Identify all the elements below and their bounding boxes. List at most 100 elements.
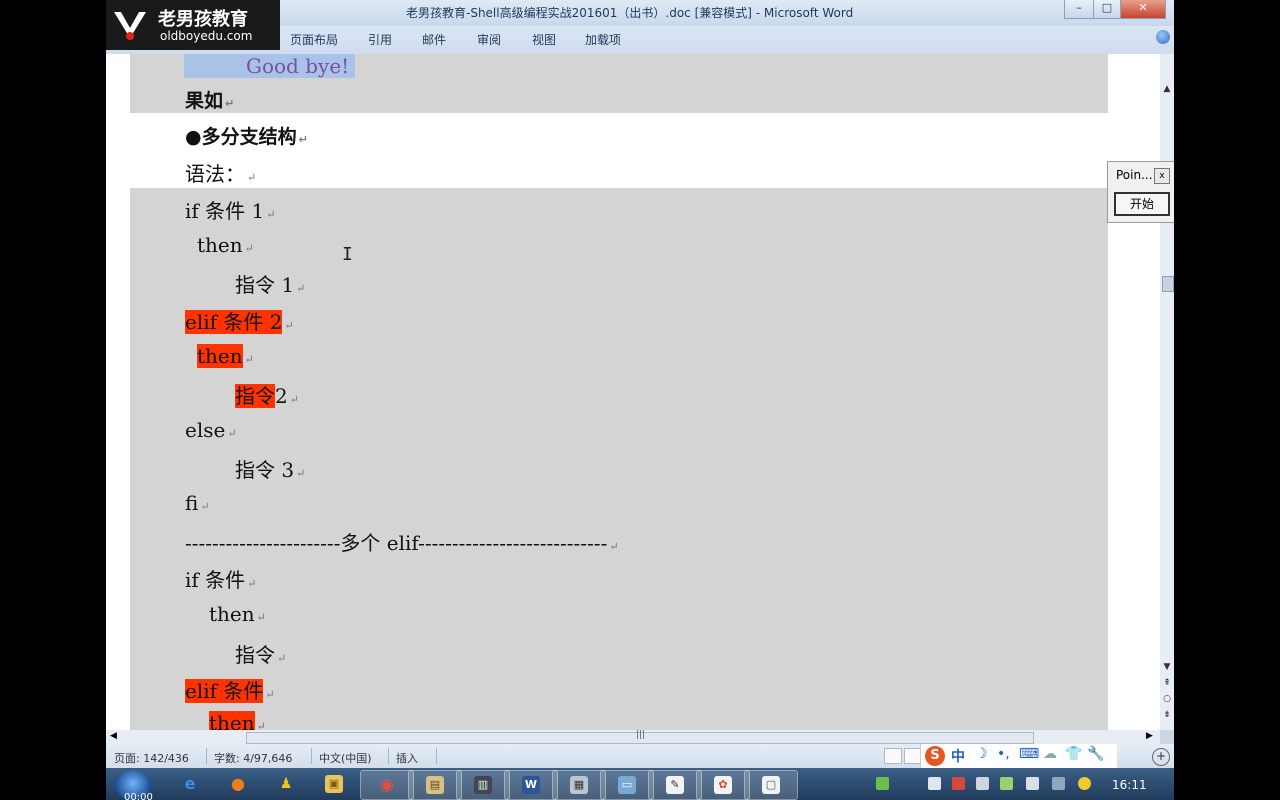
- taskbar-terminal[interactable]: ▥: [456, 770, 510, 800]
- logo-text-en: oldboyedu.com: [160, 29, 253, 43]
- tab-review[interactable]: 审阅: [477, 31, 501, 48]
- doc-line: 指令 ↵: [235, 643, 287, 667]
- taskbar-document[interactable]: ▢: [744, 770, 798, 800]
- browse-object-icon[interactable]: ○: [1160, 692, 1174, 706]
- scroll-left-icon[interactable]: ◀: [110, 731, 117, 741]
- pointofix-close-button[interactable]: x: [1154, 168, 1170, 184]
- settings-wrench-icon[interactable]: 🔧: [1087, 746, 1104, 762]
- doc-line: 果如 ↵: [185, 90, 235, 112]
- screen-icon: ▭: [618, 776, 636, 794]
- tab-references[interactable]: 引用: [368, 31, 392, 48]
- taskbar-paint[interactable]: ✿: [696, 770, 750, 800]
- doc-icon: ▢: [762, 776, 780, 794]
- logo-icon: [114, 12, 146, 40]
- doc-line: 语法： ↵: [185, 162, 257, 186]
- punctuation-icon[interactable]: •,: [997, 746, 1010, 762]
- notepad-icon: ✎: [666, 776, 684, 794]
- pointofix-title: Poin...: [1116, 168, 1153, 182]
- close-button[interactable]: ✕: [1120, 0, 1166, 19]
- tray-doc-icon[interactable]: [928, 777, 941, 790]
- taskbar-explorer[interactable]: ▤: [408, 770, 462, 800]
- keyboard-icon[interactable]: ⌨: [1019, 746, 1039, 762]
- terminal-icon: ▥: [474, 776, 492, 794]
- tab-addins[interactable]: 加载项: [585, 31, 621, 48]
- document-page[interactable]: Good bye! 果如 ↵ ●多分支结构 ↵ 语法： ↵ if 条件 1 ↵ then…: [106, 54, 1160, 730]
- text-cursor-icon: I: [342, 244, 353, 265]
- paint-icon: ✿: [714, 776, 732, 794]
- next-page-icon[interactable]: ⇟: [1160, 708, 1174, 722]
- pointofix-panel: Poin... x 开始: [1107, 161, 1174, 223]
- scroll-thumb[interactable]: [1162, 276, 1174, 292]
- word-icon: W: [522, 776, 540, 794]
- scroll-up-icon[interactable]: ▲: [1160, 82, 1174, 96]
- vertical-scrollbar[interactable]: ▲ ▼ ⇞ ○ ⇟: [1160, 54, 1174, 730]
- tray-network-icon[interactable]: [976, 777, 989, 790]
- horizontal-scrollbar[interactable]: ◀ ||| ▶: [106, 730, 1160, 744]
- tray-security-icon[interactable]: [952, 777, 965, 790]
- tray-update-icon[interactable]: [1000, 777, 1013, 790]
- pointofix-start-button[interactable]: 开始: [1114, 192, 1170, 216]
- doc-line: Good bye!: [184, 54, 356, 78]
- taskbar: 00:00 e ● ♟ ▣ ◉ ▤ ▥ W ▦ ▭ ✎ ✿ ▢ 16:11: [106, 768, 1174, 800]
- doc-line: 指令 3 ↵: [235, 458, 306, 482]
- doc-line: if 条件 ↵: [185, 568, 257, 592]
- doc-line-highlighted: then ↵: [197, 344, 254, 368]
- taskbar-word[interactable]: W: [504, 770, 558, 800]
- explorer-icon: ▤: [426, 776, 444, 794]
- help-icon[interactable]: [1156, 30, 1170, 44]
- tray-screen-icon[interactable]: [1026, 777, 1039, 790]
- status-insert-mode[interactable]: 插入: [396, 750, 418, 766]
- chinese-mode-icon[interactable]: 中: [951, 746, 965, 766]
- taskbar-screen[interactable]: ▭: [600, 770, 654, 800]
- zoom-in-button[interactable]: +: [1152, 748, 1170, 766]
- doc-line: else ↵: [185, 418, 237, 442]
- tab-view[interactable]: 视图: [532, 31, 556, 48]
- minimize-button[interactable]: –: [1064, 0, 1094, 19]
- ie-icon: e: [184, 774, 196, 793]
- grip-icon: |||: [636, 730, 646, 740]
- skin-icon[interactable]: 👕: [1065, 746, 1082, 762]
- taskbar-notepad[interactable]: ✎: [648, 770, 702, 800]
- tray-flag-icon[interactable]: [1052, 777, 1065, 790]
- clock[interactable]: 16:11: [1112, 778, 1147, 792]
- doc-line-highlighted: 指令2 ↵: [235, 384, 299, 408]
- watermark-logo: 老男孩教育 oldboyedu.com: [106, 0, 280, 50]
- doc-line-highlighted: elif 条件 2 ↵: [185, 310, 294, 334]
- print-layout-icon[interactable]: [884, 748, 902, 764]
- doc-line: then ↵: [209, 602, 266, 626]
- taskbar-calculator[interactable]: ▦: [552, 770, 606, 800]
- prev-page-icon[interactable]: ⇞: [1160, 676, 1174, 690]
- chrome-icon: ◉: [380, 775, 394, 794]
- half-width-icon[interactable]: ☽: [975, 746, 988, 762]
- doc-line-highlighted: elif 条件 ↵: [185, 679, 275, 703]
- qq-icon: ♟: [279, 776, 293, 792]
- doc-line: if 条件 1 ↵: [185, 199, 276, 223]
- doc-line: 指令 1 ↵: [235, 273, 306, 297]
- scroll-right-icon[interactable]: ▶: [1146, 731, 1153, 741]
- cloud-icon[interactable]: ☁: [1043, 746, 1057, 762]
- status-language[interactable]: 中文(中国): [319, 750, 372, 766]
- sogou-icon[interactable]: S: [925, 746, 945, 766]
- doc-line: fi ↵: [185, 491, 210, 515]
- doc-line: then ↵: [197, 233, 254, 257]
- doc-line-highlighted: then ↵: [209, 711, 266, 730]
- tab-page-layout[interactable]: 页面布局: [290, 31, 338, 48]
- taskbar-firefox[interactable]: ●: [212, 770, 264, 798]
- view-buttons: [884, 748, 924, 764]
- maximize-button[interactable]: □: [1093, 0, 1121, 19]
- taskbar-ie[interactable]: e: [164, 770, 216, 798]
- taskbar-qq[interactable]: ♟: [260, 770, 312, 798]
- taskbar-folder[interactable]: ▣: [308, 770, 360, 798]
- doc-heading: ●多分支结构 ↵: [185, 126, 308, 148]
- screen: 老男孩教育-Shell高级编程实战201601（出书）.doc [兼容模式] -…: [106, 0, 1174, 800]
- tray-qq-icon[interactable]: [1078, 777, 1091, 790]
- status-word-count[interactable]: 字数: 4/97,646: [214, 750, 292, 766]
- window-title: 老男孩教育-Shell高级编程实战201601（出书）.doc [兼容模式] -…: [406, 6, 854, 20]
- firefox-icon: ●: [231, 774, 245, 793]
- taskbar-chrome[interactable]: ◉: [360, 770, 414, 800]
- tab-mailings[interactable]: 邮件: [422, 31, 446, 48]
- scroll-down-icon[interactable]: ▼: [1160, 660, 1174, 674]
- tray-battery-icon[interactable]: [876, 777, 889, 790]
- status-bar: 页面: 142/436 字数: 4/97,646 中文(中国) 插入 S 中 ☽…: [106, 744, 1174, 768]
- status-page[interactable]: 页面: 142/436: [114, 750, 189, 766]
